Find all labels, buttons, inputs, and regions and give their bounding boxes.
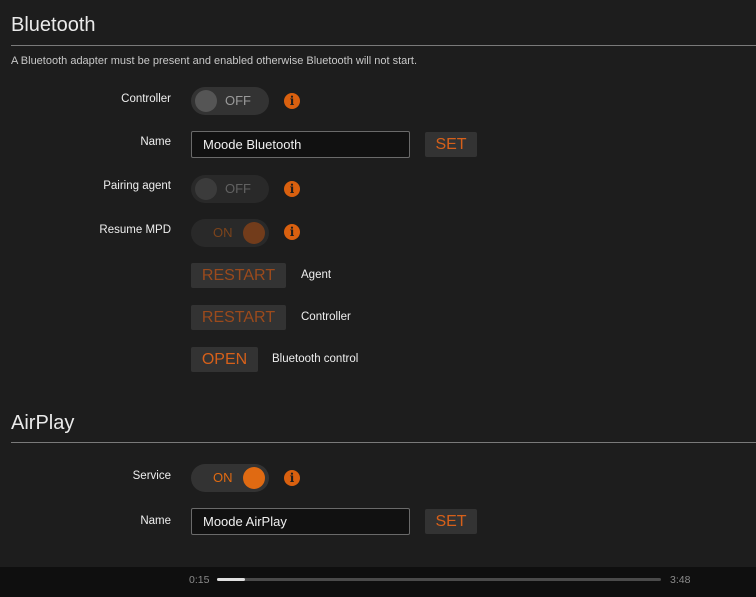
pairing-agent-toggle-state: OFF (225, 181, 251, 196)
elapsed-time: 0:15 (189, 574, 210, 586)
airplay-service-label: Service (132, 470, 171, 482)
airplay-service-toggle-state: ON (213, 470, 233, 485)
open-bluetooth-control-button[interactable]: OPEN (191, 347, 258, 372)
toggle-knob (243, 222, 265, 244)
info-icon[interactable]: i (284, 470, 300, 486)
airplay-section-title: AirPlay (11, 412, 75, 434)
restart-agent-button[interactable]: RESTART (191, 263, 286, 288)
bluetooth-name-label: Name (140, 136, 171, 148)
pairing-agent-label: Pairing agent (103, 180, 171, 192)
info-icon[interactable]: i (284, 224, 300, 240)
controller-toggle-state: OFF (225, 93, 251, 108)
bluetooth-divider (11, 45, 756, 46)
bluetooth-name-set-button[interactable]: SET (425, 132, 477, 157)
airplay-divider (11, 442, 756, 443)
controller-label: Controller (121, 93, 171, 105)
airplay-name-label: Name (140, 515, 171, 527)
bluetooth-section-title: Bluetooth (11, 14, 96, 36)
progress-slider[interactable] (217, 578, 661, 581)
resume-mpd-label: Resume MPD (99, 224, 171, 236)
pairing-agent-toggle[interactable]: OFF (191, 175, 269, 203)
resume-mpd-toggle-state: ON (213, 225, 233, 240)
playback-bar: 0:15 3:48 (0, 567, 756, 597)
airplay-name-input[interactable]: Moode AirPlay (191, 508, 410, 535)
restart-controller-caption: Controller (301, 311, 351, 323)
open-bluetooth-control-caption: Bluetooth control (272, 353, 359, 365)
restart-agent-caption: Agent (301, 269, 332, 281)
controller-toggle[interactable]: OFF (191, 87, 269, 115)
airplay-name-set-button[interactable]: SET (425, 509, 477, 534)
info-icon[interactable]: i (284, 93, 300, 109)
toggle-knob (243, 467, 265, 489)
bluetooth-description: A Bluetooth adapter must be present and … (11, 55, 418, 67)
toggle-knob (195, 178, 217, 200)
restart-controller-button[interactable]: RESTART (191, 305, 286, 330)
duration-time: 3:48 (670, 574, 691, 586)
bluetooth-name-input[interactable]: Moode Bluetooth (191, 131, 410, 158)
info-icon[interactable]: i (284, 181, 300, 197)
resume-mpd-toggle[interactable]: ON (191, 219, 269, 247)
airplay-service-toggle[interactable]: ON (191, 464, 269, 492)
progress-fill (217, 578, 245, 581)
toggle-knob (195, 90, 217, 112)
